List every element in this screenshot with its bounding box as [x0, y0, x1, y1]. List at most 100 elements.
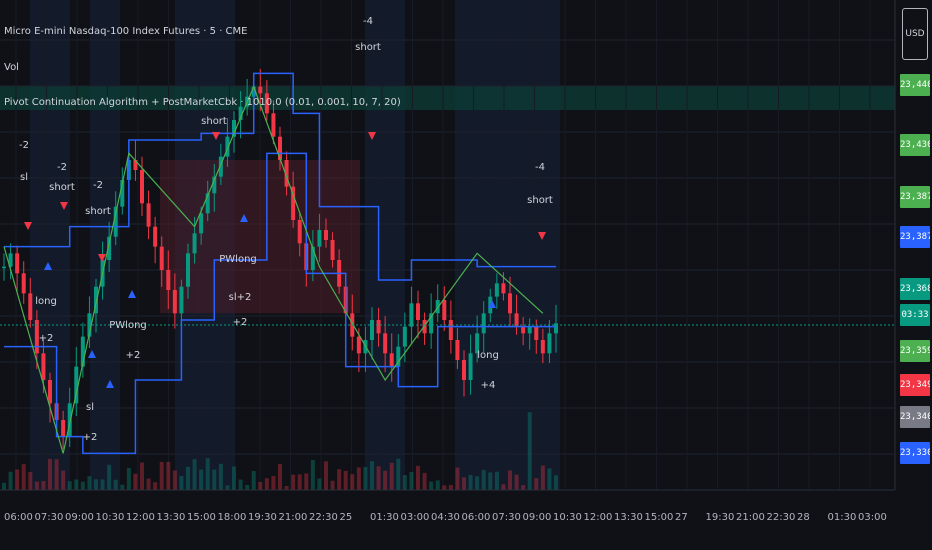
volume-bar	[34, 481, 39, 490]
volume-bar	[172, 470, 177, 490]
volume-bar	[310, 459, 315, 490]
candle-body	[383, 333, 388, 354]
volume-bar	[488, 472, 493, 490]
volume-bar	[494, 471, 499, 490]
candle-body	[442, 300, 447, 320]
candle-body	[153, 226, 158, 247]
annotation-label: -2	[19, 140, 29, 151]
price-chart[interactable]: -2 sl -2 short -2 short -4 short short -4 short lon…	[0, 0, 932, 550]
annotation-label: short	[201, 116, 227, 127]
volume-bar	[74, 479, 79, 490]
candle-body	[501, 283, 506, 294]
volume-bar	[80, 481, 85, 490]
volume-bar	[186, 466, 190, 490]
volume-bar	[153, 482, 158, 490]
volume-bar	[383, 470, 388, 490]
volume-bar	[547, 468, 552, 490]
volume-bar	[8, 471, 13, 490]
volume-bar	[468, 474, 473, 490]
volume-bar	[317, 478, 322, 490]
volume-bar	[508, 470, 512, 490]
price-tag: 23,440.00	[900, 74, 930, 96]
candle-body	[297, 220, 302, 244]
volume-bar	[225, 485, 230, 490]
volume-bar	[107, 464, 112, 490]
candle-body	[402, 326, 407, 347]
volume-bar	[540, 465, 545, 490]
indicator-label[interactable]: Pivot Continuation Algorithm + PostMarke…	[4, 97, 401, 108]
candle-body	[389, 353, 394, 367]
volume-bar	[21, 464, 26, 490]
volume-bar	[15, 469, 20, 490]
annotation-label: +2	[233, 317, 248, 328]
time-axis-label: 07:30	[34, 512, 64, 523]
time-axis-label: 19:30	[248, 512, 277, 523]
volume-bar	[41, 481, 46, 490]
volume-indicator-label[interactable]: Vol	[4, 62, 19, 73]
time-axis-label: 25	[339, 512, 353, 523]
price-tag: 23,359.00	[900, 340, 930, 362]
annotation-label: +4	[481, 380, 496, 391]
price-tag: 23,349.25	[900, 374, 930, 396]
volume-bar	[343, 470, 348, 490]
price-tag: 23,330.25	[900, 442, 930, 464]
annotation-label: short	[355, 42, 381, 53]
symbol-title[interactable]: Micro E-mini Nasdaq-100 Index Futures · …	[4, 26, 247, 37]
time-axis-label: 22:30	[309, 512, 338, 523]
annotation-label: +2	[126, 350, 141, 361]
volume-bar	[435, 480, 440, 490]
volume-bar	[61, 470, 66, 490]
candle-body	[416, 303, 420, 320]
time-axis-label: 06:00	[461, 512, 491, 523]
volume-bar	[297, 474, 302, 490]
volume-bar	[232, 466, 236, 490]
volume-bar	[416, 465, 420, 490]
time-axis-label: 10:30	[553, 512, 582, 523]
candle-body	[534, 326, 539, 340]
candle-body	[376, 320, 381, 334]
candle-body	[462, 360, 466, 380]
volume-bar	[337, 469, 342, 490]
currency-label: USD	[905, 29, 925, 39]
candle-body	[540, 340, 545, 354]
candle-body	[468, 353, 473, 380]
candle-body	[41, 353, 46, 380]
time-axis-label: 19:30	[705, 512, 735, 523]
volume-bar	[350, 474, 355, 490]
volume-bar	[100, 479, 105, 490]
candle-body	[172, 290, 177, 314]
candle-body	[21, 273, 26, 294]
annotation-label: sl	[20, 172, 28, 183]
volume-bar	[120, 484, 125, 490]
time-axis-label: 09:00	[522, 512, 552, 523]
candle-body	[15, 253, 20, 274]
volume-bar	[146, 478, 151, 490]
candle-body	[146, 203, 151, 227]
candle-body	[527, 326, 532, 334]
volume-bar	[94, 479, 98, 490]
time-axis-label: 13:30	[156, 512, 186, 523]
time-axis-label: 22:30	[766, 512, 796, 523]
volume-bar	[475, 476, 480, 490]
volume-bar	[271, 476, 276, 490]
volume-bar	[422, 472, 427, 490]
candle-body	[481, 313, 486, 334]
volume-bar	[514, 474, 519, 490]
volume-bar	[28, 472, 33, 490]
volume-bar	[264, 478, 269, 490]
volume-bar	[534, 478, 539, 490]
candle-body	[547, 333, 552, 354]
candle-body	[28, 293, 33, 320]
volume-bar	[462, 477, 466, 490]
annotation-label: long	[35, 296, 57, 307]
time-axis-label: 28	[797, 512, 810, 523]
time-axis-label: 06:00	[4, 512, 33, 523]
annotation-label: short	[527, 195, 553, 206]
candle-body	[258, 86, 263, 94]
currency-button[interactable]: USD	[902, 8, 928, 60]
time-axis-label: 15:00	[644, 512, 674, 523]
volume-bar	[455, 467, 460, 490]
volume-bar	[166, 461, 171, 490]
candle-body	[455, 340, 460, 360]
time-axis-label: 27	[675, 512, 688, 523]
